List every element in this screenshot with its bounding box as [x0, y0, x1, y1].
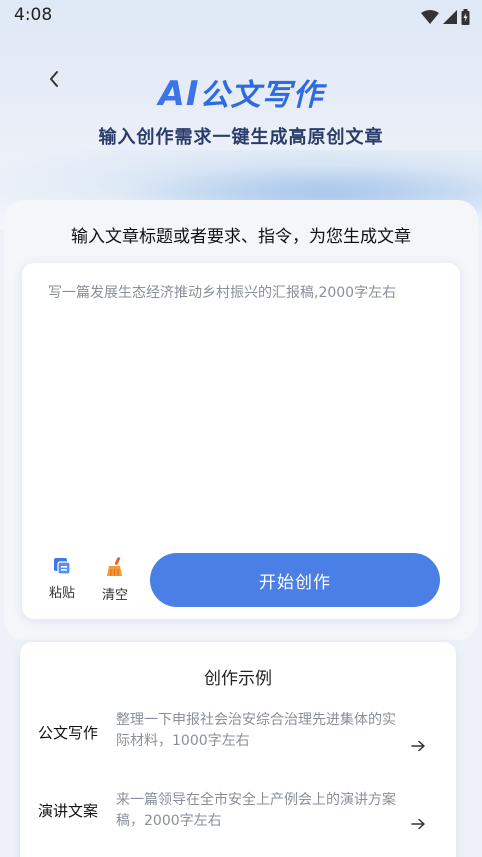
status-bar: 4:08 — [0, 0, 482, 34]
page-subtitle: 输入创作需求一键生成高原创文章 — [98, 127, 384, 148]
example-item[interactable]: 演讲文案 来一篇领导在全市安全上产例会上的演讲方案稿，2000字左右 — [20, 790, 456, 857]
clear-button[interactable]: 清空 — [95, 556, 135, 603]
wifi-icon — [421, 10, 439, 24]
battery-icon — [461, 9, 470, 25]
article-prompt-input[interactable]: 写一篇发展生态经济推动乡村振兴的汇报稿,2000字左右 粘贴 清空 开始创作 — [22, 263, 460, 619]
examples-title: 创作示例 — [204, 669, 272, 689]
broom-icon — [107, 557, 122, 576]
page-title-rest: 公文写作 — [199, 78, 324, 113]
input-placeholder: 写一篇发展生态经济推动乡村振兴的汇报稿,2000字左右 — [48, 285, 397, 301]
example-item[interactable]: 公文写作 整理一下申报社会治安综合治理先进集体的实际材料，1000字左右 — [20, 710, 456, 780]
example-category: 公文写作 — [38, 724, 99, 742]
paste-button[interactable]: 粘贴 — [42, 556, 82, 601]
paste-icon — [54, 558, 71, 575]
clear-label: 清空 — [101, 588, 128, 603]
status-icons — [421, 9, 470, 25]
example-category: 演讲文案 — [38, 802, 99, 820]
page-title-ai: AI — [158, 74, 200, 114]
examples-card: 创作示例 公文写作 整理一下申报社会治安综合治理先进集体的实际材料，1000字左… — [20, 642, 456, 857]
header-background — [0, 0, 482, 230]
signal-icon — [443, 10, 457, 24]
prompt-heading: 输入文章标题或者要求、指令，为您生成文章 — [71, 227, 411, 247]
paste-label: 粘贴 — [48, 586, 75, 601]
example-text: 整理一下申报社会治安综合治理先进集体的实际材料，1000字左右 — [116, 712, 396, 749]
main-card: 输入文章标题或者要求、指令，为您生成文章 写一篇发展生态经济推动乡村振兴的汇报稿… — [4, 200, 478, 640]
start-writing-button[interactable]: 开始创作 — [150, 553, 440, 607]
arrow-right-icon — [411, 818, 425, 830]
page-title: AI公文写作 — [0, 70, 482, 114]
arrow-right-icon — [411, 740, 425, 752]
example-text: 来一篇领导在全市安全上产例会上的演讲方案稿，2000字左右 — [116, 792, 396, 829]
status-time: 4:08 — [14, 5, 53, 25]
